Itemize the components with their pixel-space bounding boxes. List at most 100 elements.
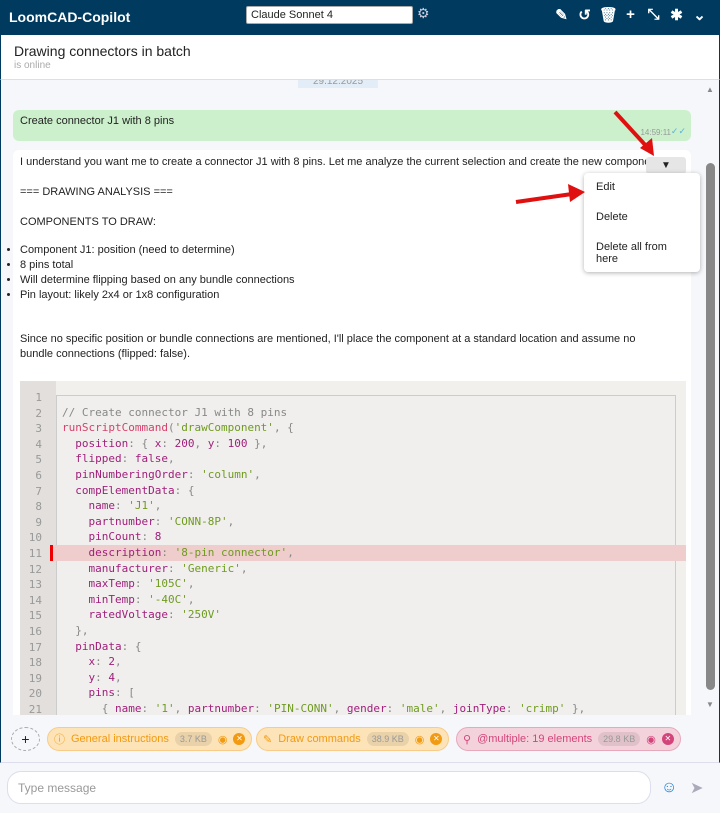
pencil-icon[interactable]: ✎: [553, 6, 570, 24]
context-chip[interactable]: ⓘ General instructions 3.7 KB ◉ ✕: [47, 727, 253, 751]
code-line: { name: '1', partnumber: 'PIN-CONN', gen…: [62, 701, 586, 715]
chip-size: 29.8 KB: [598, 732, 641, 746]
model-select[interactable]: Claude Sonnet 4: [246, 6, 413, 24]
context-chips: + ⓘ General instructions 3.7 KB ◉ ✕ ✎ Dr…: [0, 715, 720, 763]
line-number: 21: [28, 703, 42, 715]
send-icon[interactable]: ➤: [690, 778, 703, 798]
code-token: 'J1': [128, 499, 155, 513]
line-number: 5: [35, 453, 42, 467]
code-token: ,: [187, 577, 195, 591]
code-token: },: [247, 436, 268, 450]
line-number: 14: [28, 593, 42, 607]
user-message: Create connector J1 with 8 pins 14:59:11…: [13, 110, 691, 141]
chat-status: is online: [14, 60, 51, 71]
menu-item-delete-all[interactable]: Delete all from here: [584, 233, 700, 265]
compress-icon[interactable]: ⤡: [645, 6, 662, 24]
trash-icon[interactable]: 🗑: [599, 6, 618, 24]
eye-icon[interactable]: ◉: [646, 733, 656, 746]
code-token: :: [154, 514, 168, 528]
bug-icon[interactable]: ✱: [668, 6, 685, 24]
history-icon[interactable]: ↺: [576, 6, 593, 24]
chat-title: Drawing connectors in batch: [14, 43, 191, 59]
code-token: ,: [115, 655, 122, 669]
double-check-icon: ✓✓: [670, 126, 686, 136]
code-token: ,: [187, 592, 195, 606]
code-token: ,: [287, 546, 294, 559]
code-token: pinCount: [62, 530, 142, 544]
chevron-down-icon[interactable]: ⌄: [691, 6, 708, 24]
code-token: ,: [254, 468, 261, 481]
code-token: :: [95, 655, 109, 669]
code-line: },: [62, 623, 89, 639]
code-token: 100: [227, 436, 248, 450]
code-token: },: [62, 624, 89, 637]
line-number: 6: [35, 469, 42, 482]
code-token: ,: [154, 499, 162, 513]
message-input[interactable]: Type message: [7, 771, 651, 804]
code-token: ,: [240, 561, 248, 575]
code-token: :: [214, 436, 228, 450]
red-arrow-annotation: [515, 184, 585, 204]
code-token: '1': [154, 702, 175, 715]
code-token: :: [161, 436, 175, 450]
line-number: 19: [28, 671, 42, 685]
code-token: , {: [273, 421, 294, 435]
context-chip[interactable]: ⚲ @multiple: 19 elements 29.8 KB ◉ ✕: [456, 727, 681, 751]
code-token: name: [114, 702, 142, 715]
app-header: LoomCAD-Copilot Claude Sonnet 4 ⚙ ✎ ↺ 🗑 …: [0, 0, 720, 35]
code-token: (: [167, 421, 175, 435]
close-icon[interactable]: ✕: [661, 733, 674, 745]
code-token: : {: [128, 436, 155, 450]
line-number: 9: [35, 515, 42, 529]
code-token: maxTemp: [62, 577, 135, 591]
chip-size: 38.9 KB: [366, 732, 409, 746]
close-icon[interactable]: ✕: [430, 733, 443, 745]
eye-icon[interactable]: ◉: [415, 733, 425, 746]
menu-item-edit[interactable]: Edit: [584, 173, 700, 203]
code-token: :: [114, 499, 129, 513]
scroll-down-icon[interactable]: ▼: [706, 700, 714, 709]
code-token: partnumber: [187, 702, 255, 715]
settings-icon[interactable]: ⚙: [417, 5, 430, 22]
code-token: :: [254, 702, 268, 715]
context-chip[interactable]: ✎ Draw commands 38.9 KB ◉ ✕: [256, 727, 450, 751]
code-token: 'CONN-8P': [167, 514, 228, 528]
app-title: LoomCAD-Copilot: [9, 9, 131, 25]
eye-icon[interactable]: ◉: [218, 733, 228, 746]
code-line: position: { x: 200, y: 100 },: [62, 436, 267, 452]
plus-icon[interactable]: +: [622, 6, 639, 24]
code-token: joinType: [452, 702, 506, 715]
code-line: ratedVoltage: '250V': [62, 607, 220, 623]
code-block[interactable]: 1 2// Create connector J1 with 8 pins 3 run…: [20, 381, 686, 715]
red-arrow-annotation: [613, 110, 654, 156]
code-line: flipped: false,: [62, 451, 174, 467]
chip-size: 3.7 KB: [174, 732, 212, 746]
message-dropdown-button[interactable]: ▼: [646, 157, 686, 174]
code-token: '8-pin connector': [174, 546, 288, 559]
code-token: :: [505, 702, 520, 715]
code-token: '-40C': [148, 592, 188, 606]
code-line: manufacturer: 'Generic',: [62, 561, 247, 577]
emoji-icon[interactable]: ☺: [661, 779, 677, 797]
list-item: Will determine flipping based on any bun…: [20, 273, 295, 288]
user-message-text: Create connector J1 with 8 pins: [20, 115, 175, 127]
add-context-button[interactable]: +: [11, 727, 40, 751]
code-token: pins: [62, 686, 115, 700]
code-token: 8: [154, 530, 162, 544]
line-number: 12: [28, 562, 42, 576]
code-token: ,: [194, 436, 208, 450]
chat-header: Drawing connectors in batch is online: [0, 35, 720, 80]
code-token: 'male': [399, 702, 440, 715]
code-token: runScriptCommand: [62, 421, 168, 435]
code-token: {: [62, 702, 115, 715]
code-token: : {: [121, 639, 142, 653]
code-token: 'Generic': [181, 561, 241, 575]
chat-scrollbar[interactable]: ▲ ▼: [704, 83, 716, 713]
scrollbar-thumb[interactable]: [706, 163, 715, 690]
line-number: 7: [35, 484, 42, 498]
scroll-up-icon[interactable]: ▲: [706, 85, 714, 94]
chip-label: Draw commands: [278, 733, 361, 745]
close-icon[interactable]: ✕: [233, 733, 246, 745]
menu-item-delete[interactable]: Delete: [584, 203, 700, 233]
list-item: 8 pins total: [20, 258, 295, 273]
